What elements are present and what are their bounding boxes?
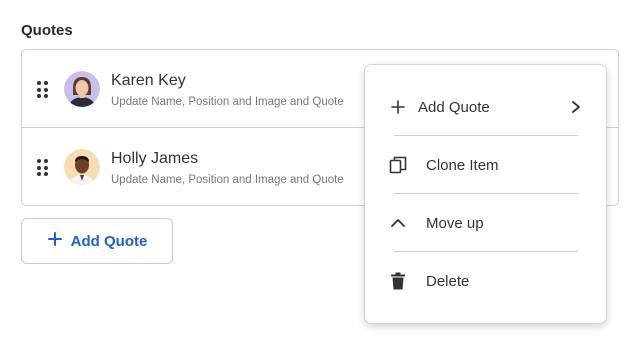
avatar <box>64 149 100 185</box>
menu-item-delete[interactable]: Delete <box>365 261 606 301</box>
menu-item-label: Add Quote <box>418 98 490 116</box>
divider <box>394 193 578 194</box>
menu-item-clone-item[interactable]: Clone Item <box>365 145 606 185</box>
menu-item-label: Clone Item <box>426 156 499 174</box>
menu-item-add-quote[interactable]: Add Quote <box>365 87 606 127</box>
drag-handle-icon[interactable] <box>37 81 49 99</box>
quote-name: Holly James <box>111 150 199 167</box>
chevron-right-icon <box>570 100 582 114</box>
quote-name: Karen Key <box>111 72 186 89</box>
plus-icon <box>389 98 407 116</box>
add-quote-button[interactable]: Add Quote <box>21 218 173 264</box>
menu-item-move-up[interactable]: Move up <box>365 203 606 243</box>
quote-subtitle: Update Name, Position and Image and Quot… <box>111 96 344 108</box>
section-title: Quotes <box>21 22 73 39</box>
context-menu: Add Quote Clone Item Move up Delete <box>364 64 607 324</box>
menu-item-label: Move up <box>426 214 484 232</box>
drag-handle-icon[interactable] <box>37 159 49 177</box>
chevron-up-icon <box>389 214 407 232</box>
quote-subtitle: Update Name, Position and Image and Quot… <box>111 174 344 186</box>
clone-icon <box>389 156 407 174</box>
divider <box>394 251 578 252</box>
add-quote-label: Add Quote <box>70 232 148 250</box>
plus-icon <box>47 231 63 252</box>
menu-item-label: Delete <box>426 272 470 290</box>
divider <box>394 135 578 136</box>
trash-icon <box>389 272 407 290</box>
avatar <box>64 71 100 107</box>
